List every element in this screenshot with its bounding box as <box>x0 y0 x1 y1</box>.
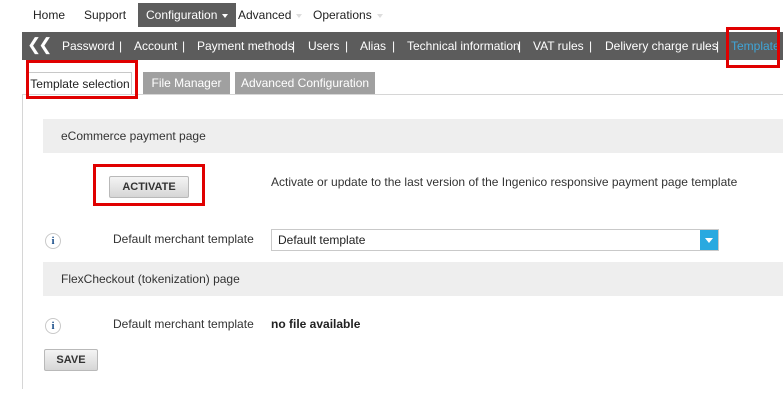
subnav-delivery-charge-rules[interactable]: Delivery charge rules <box>605 32 718 60</box>
subnav-technical-information[interactable]: Technical information <box>407 32 520 60</box>
save-button[interactable]: SAVE <box>44 349 98 371</box>
subnav-account[interactable]: Account <box>134 32 177 60</box>
flexcheckout-section-heading: FlexCheckout (tokenization) page <box>43 262 783 296</box>
info-icon[interactable]: i <box>45 233 61 249</box>
ecommerce-section-heading: eCommerce payment page <box>43 119 783 153</box>
sub-navigation: ❮❮ Password | Account | Payment methods … <box>22 32 783 60</box>
subnav-alias[interactable]: Alias <box>360 32 386 60</box>
default-merchant-template-label: Default merchant template <box>113 232 254 246</box>
subnav-separator: | <box>589 39 593 53</box>
nav-support[interactable]: Support <box>84 3 126 27</box>
subnav-separator: | <box>716 39 720 53</box>
subnav-users[interactable]: Users <box>308 32 339 60</box>
top-navigation: Home Support Configuration Advanced Oper… <box>0 0 783 32</box>
chevron-down-icon <box>296 13 303 18</box>
subnav-vat-rules[interactable]: VAT rules <box>533 32 584 60</box>
subnav-separator: | <box>392 39 396 53</box>
flexcheckout-merchant-template-value: no file available <box>271 317 361 331</box>
nav-advanced[interactable]: Advanced <box>238 3 303 27</box>
activate-description: Activate or update to the last version o… <box>271 175 738 189</box>
nav-configuration-label: Configuration <box>146 8 218 22</box>
subnav-password[interactable]: Password <box>62 32 115 60</box>
subnav-payment-methods[interactable]: Payment methods <box>197 32 294 60</box>
subnav-separator: | <box>182 39 186 53</box>
collapse-chevron-icon[interactable]: ❮❮ <box>27 34 52 56</box>
template-selection-panel: eCommerce payment page ACTIVATE Activate… <box>22 94 783 389</box>
subnav-separator: | <box>345 39 349 53</box>
flexcheckout-merchant-template-label: Default merchant template <box>113 317 254 331</box>
tab-template-selection[interactable]: Template selection <box>28 72 132 94</box>
subnav-separator: | <box>119 39 123 53</box>
default-merchant-template-select[interactable]: Default template <box>271 229 719 251</box>
select-value: Default template <box>278 233 366 247</box>
nav-home[interactable]: Home <box>33 3 65 27</box>
tab-file-manager[interactable]: File Manager <box>143 72 230 94</box>
subnav-separator: | <box>518 39 522 53</box>
subnav-separator: | <box>292 39 296 53</box>
chevron-down-icon <box>222 13 229 18</box>
tab-advanced-configuration[interactable]: Advanced Configuration <box>235 72 375 94</box>
chevron-down-icon <box>376 13 383 18</box>
nav-operations[interactable]: Operations <box>313 3 383 27</box>
activate-button[interactable]: ACTIVATE <box>109 176 189 198</box>
subnav-template[interactable]: Template <box>731 32 780 60</box>
info-icon[interactable]: i <box>45 318 61 334</box>
nav-operations-label: Operations <box>313 8 372 22</box>
nav-configuration[interactable]: Configuration <box>138 3 237 27</box>
nav-advanced-label: Advanced <box>238 8 292 22</box>
dropdown-arrow-icon[interactable] <box>700 230 718 250</box>
